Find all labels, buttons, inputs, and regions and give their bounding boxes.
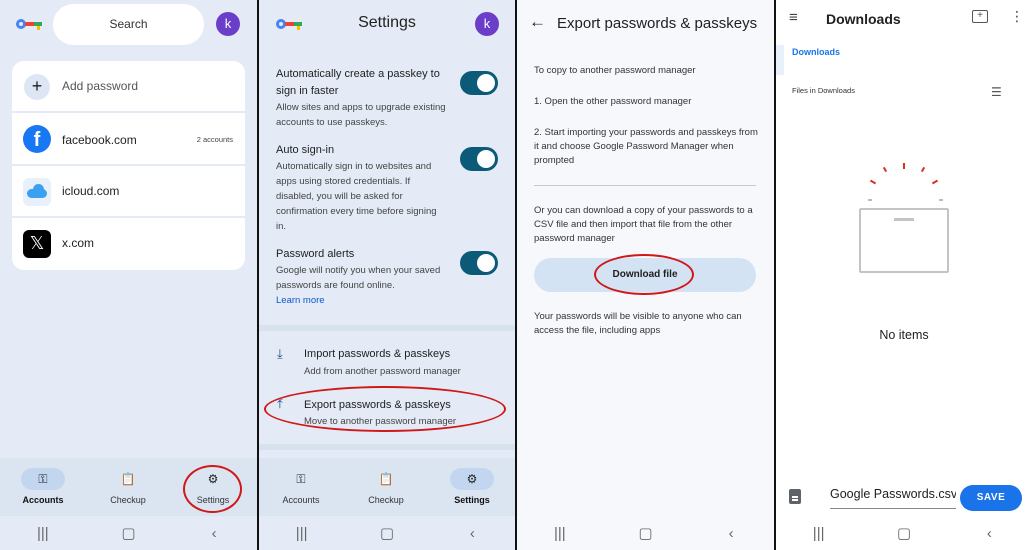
search-label: Search [109, 17, 148, 31]
import-desc: Add from another password manager [304, 366, 461, 377]
key-icon: ⚿ [296, 472, 306, 486]
plus-icon: + [24, 74, 50, 100]
nav-accounts-label: Accounts [282, 495, 320, 505]
password-alerts-title: Password alerts [276, 248, 355, 260]
recents-icon[interactable]: ||| [799, 525, 839, 542]
drawer-edge [776, 45, 784, 75]
settings-panel: Settings k Automatically create a passke… [259, 0, 515, 550]
add-password-label: Add password [62, 79, 139, 93]
import-passwords-item[interactable]: ⤓ Import passwords & passkeys Add from a… [259, 340, 515, 384]
back-icon[interactable]: ‹ [711, 525, 751, 542]
avatar[interactable]: k [475, 12, 499, 36]
downloads-picker-panel: ≡ Downloads + ⋮ Downloads Files in Downl… [776, 0, 1032, 550]
gear-icon: ⚙ [450, 468, 494, 490]
key-icon: ⚿ [21, 468, 65, 490]
auto-signin-toggle[interactable] [460, 147, 498, 171]
filename-input[interactable]: Google Passwords.csv [830, 487, 956, 509]
save-button[interactable]: SAVE [960, 485, 1022, 511]
system-nav-bar: ||| ▢ ‹ [259, 516, 515, 550]
nav-settings-label: Settings [454, 495, 490, 505]
export-step-2: 2. Start importing your passwords and pa… [534, 127, 758, 166]
import-title: Import passwords & passkeys [304, 348, 451, 360]
password-alerts-desc: Google will notify you when your saved p… [276, 265, 441, 291]
home-icon[interactable]: ▢ [108, 524, 148, 542]
password-list: + Add password f facebook.com 2 accounts… [12, 61, 245, 270]
export-warning: Your passwords will be visible to anyone… [534, 311, 742, 336]
list-view-icon[interactable]: ☰ [991, 85, 1002, 99]
password-manager-logo-icon [16, 17, 42, 31]
nav-settings[interactable]: ⚙ Settings [437, 458, 507, 505]
icloud-logo-icon [23, 178, 51, 206]
accounts-count-badge: 2 accounts [196, 135, 233, 144]
clipboard-check-icon: 📋 [378, 472, 394, 486]
empty-state-text: No items [879, 328, 929, 342]
page-title: Export passwords & passkeys [557, 15, 758, 32]
nav-checkup[interactable]: 📋 Checkup [351, 458, 421, 505]
export-intro: To copy to another password manager [534, 65, 696, 76]
password-manager-home-panel: Search k + Add password f facebook.com 2… [0, 0, 257, 550]
passkey-toggle[interactable] [460, 71, 498, 95]
facebook-logo-icon: f [23, 125, 51, 153]
system-nav-bar: ||| ▢ ‹ [776, 516, 1032, 550]
more-options-icon[interactable]: ⋮ [1010, 8, 1024, 25]
site-name: x.com [62, 236, 95, 250]
x-logo-icon: 𝕏 [23, 230, 51, 258]
recents-icon[interactable]: ||| [23, 525, 63, 542]
home-icon[interactable]: ▢ [367, 524, 407, 542]
filename-value: Google Passwords.csv [830, 487, 956, 501]
list-item[interactable]: f facebook.com 2 accounts [12, 113, 245, 166]
clipboard-check-icon: 📋 [120, 472, 136, 486]
auto-signin-desc: Automatically sign in to websites and ap… [276, 161, 437, 232]
passkey-setting-desc: Allow sites and apps to upgrade existing… [276, 102, 446, 128]
export-alt-text: Or you can download a copy of your passw… [534, 205, 753, 244]
avatar[interactable]: k [216, 12, 240, 36]
page-title: Downloads [826, 11, 901, 27]
system-nav-bar: ||| ▢ ‹ [0, 516, 257, 550]
site-name: facebook.com [62, 133, 137, 147]
bottom-navigation: ⚿ Accounts 📋 Checkup ⚙ Settings [259, 458, 515, 516]
highlight-circle [264, 386, 506, 432]
divider [259, 325, 515, 331]
home-icon[interactable]: ▢ [625, 524, 665, 542]
nav-checkup-label: Checkup [110, 495, 146, 505]
back-icon[interactable]: ‹ [194, 525, 234, 542]
breadcrumb[interactable]: Downloads [792, 47, 840, 57]
nav-accounts[interactable]: ⚿ Accounts [266, 458, 336, 505]
recents-icon[interactable]: ||| [540, 525, 580, 542]
back-icon[interactable]: ‹ [969, 525, 1009, 542]
save-label: SAVE [976, 492, 1006, 503]
nav-accounts-label: Accounts [22, 495, 64, 505]
download-icon: ⤓ [277, 346, 283, 361]
add-password-row[interactable]: + Add password [12, 61, 245, 113]
file-icon [789, 489, 801, 504]
nav-accounts[interactable]: ⚿ Accounts [8, 458, 78, 505]
export-passwords-panel: ← Export passwords & passkeys To copy to… [517, 0, 774, 550]
site-name: icloud.com [62, 184, 120, 198]
system-nav-bar: ||| ▢ ‹ [517, 516, 774, 550]
export-step-1: 1. Open the other password manager [534, 96, 692, 107]
list-item[interactable]: icloud.com [12, 166, 245, 218]
home-icon[interactable]: ▢ [884, 524, 924, 542]
password-alerts-toggle[interactable] [460, 251, 498, 275]
menu-icon[interactable]: ≡ [789, 9, 798, 26]
highlight-circle [594, 254, 694, 295]
empty-folder-illustration [776, 160, 1032, 280]
list-item[interactable]: 𝕏 x.com [12, 218, 245, 270]
back-arrow-icon[interactable]: ← [529, 12, 546, 32]
divider [259, 444, 515, 450]
new-folder-icon[interactable]: + [972, 10, 988, 23]
recents-icon[interactable]: ||| [282, 525, 322, 542]
passkey-setting-title: Automatically create a passkey to sign i… [276, 68, 440, 97]
highlight-circle [183, 465, 242, 513]
divider [534, 185, 756, 186]
search-bar[interactable]: Search [53, 4, 204, 45]
nav-checkup[interactable]: 📋 Checkup [93, 458, 163, 505]
learn-more-link[interactable]: Learn more [276, 293, 325, 308]
auto-signin-title: Auto sign-in [276, 144, 335, 156]
section-label: Files in Downloads [792, 86, 855, 95]
back-icon[interactable]: ‹ [452, 525, 492, 542]
nav-checkup-label: Checkup [368, 495, 404, 505]
